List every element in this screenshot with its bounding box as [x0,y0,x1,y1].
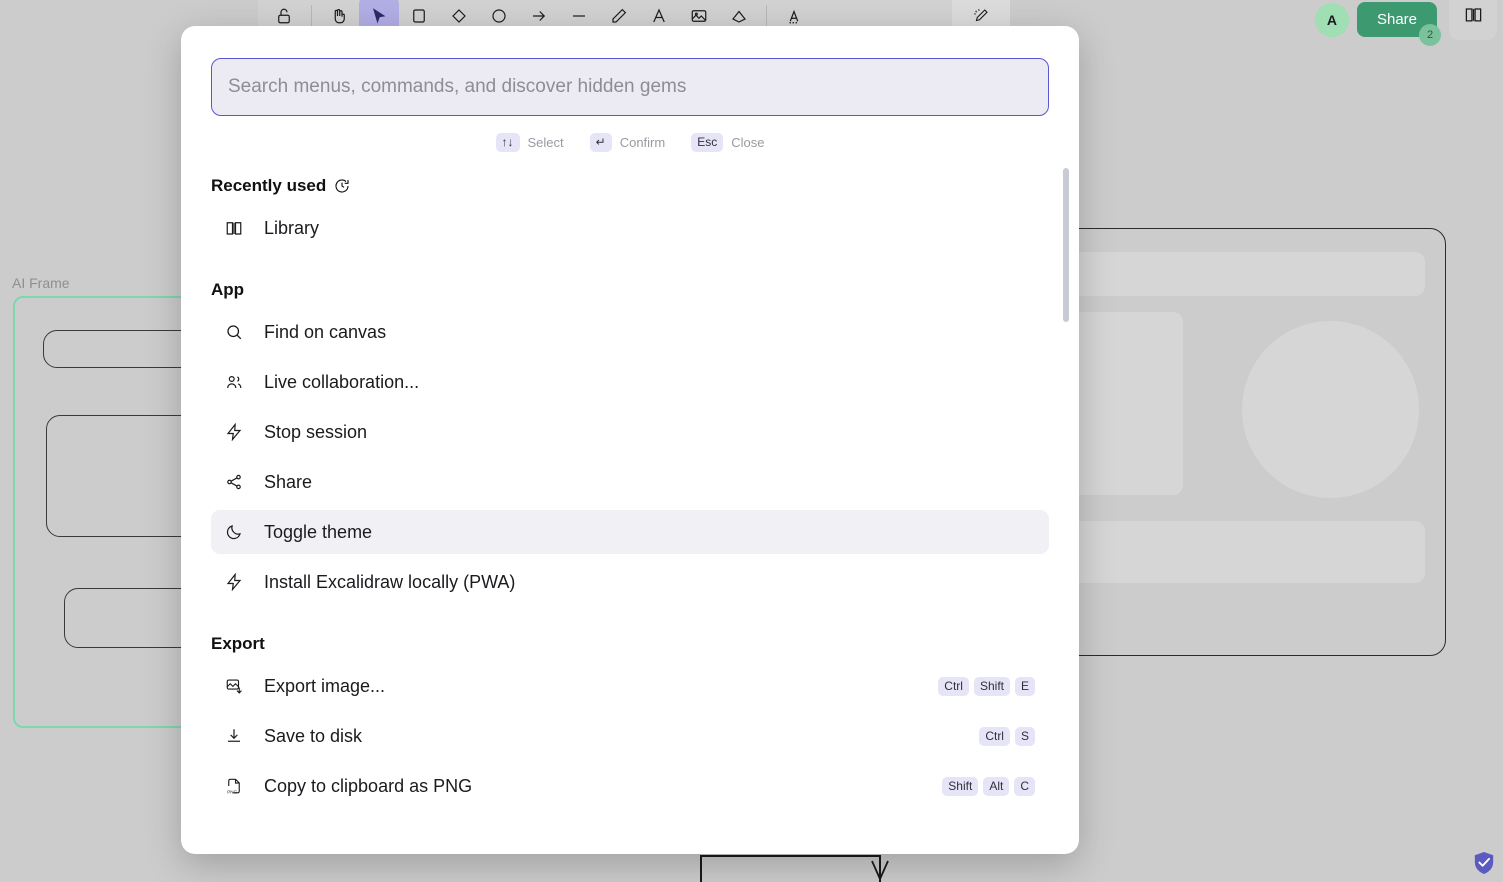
kbd-enter: ↵ [590,133,612,152]
share-nodes-icon [225,473,243,491]
hint-confirm-label: Confirm [620,135,666,150]
kbd-key: Ctrl [979,727,1010,746]
bolt-icon [225,423,243,441]
results-scrollbar-thumb[interactable] [1063,168,1069,322]
kbd-key: C [1014,777,1035,796]
command-item-shortcut: Ctrl S [979,727,1035,746]
group-header-app: App [211,272,1049,304]
group-header-export: Export [211,626,1049,658]
command-item-label: Toggle theme [264,522,372,543]
command-item[interactable]: Install Excalidraw locally (PWA) [211,560,1049,604]
command-item[interactable]: Export image... Ctrl Shift E [211,664,1049,708]
command-item-label: Share [264,472,312,493]
command-item-shortcut: Shift Alt C [942,777,1035,796]
hint-close: Esc Close [691,133,764,152]
hint-close-label: Close [731,135,764,150]
command-item-label: Export image... [264,676,385,697]
search-area [181,26,1079,116]
excalidraw-app: AI Frame [0,0,1503,882]
png-file-icon: PNG [225,777,243,795]
command-item[interactable]: Live collaboration... [211,360,1049,404]
moon-icon [225,523,243,541]
modal-overlay[interactable]: ↑↓ Select ↵ Confirm Esc Close Recently u… [0,0,1503,882]
command-item-label: Stop session [264,422,367,443]
kbd-key: S [1015,727,1035,746]
command-item[interactable]: Share [211,460,1049,504]
command-item-label: Live collaboration... [264,372,419,393]
command-item-label: Install Excalidraw locally (PWA) [264,572,515,593]
bolt-icon [225,573,243,591]
kbd-arrows: ↑↓ [496,133,520,152]
command-item[interactable]: Toggle theme [211,510,1049,554]
svg-text:PNG: PNG [227,790,237,795]
command-palette-dialog: ↑↓ Select ↵ Confirm Esc Close Recently u… [181,26,1079,854]
command-item[interactable]: Save to disk Ctrl S [211,714,1049,758]
users-icon [225,373,243,391]
keyboard-hints: ↑↓ Select ↵ Confirm Esc Close [181,133,1079,152]
hint-select: ↑↓ Select [496,133,564,152]
group-title: Export [211,634,265,654]
results-scrollbar-track[interactable] [1063,168,1069,854]
search-icon [225,323,243,341]
command-search-input[interactable] [211,58,1049,116]
kbd-esc: Esc [691,133,723,152]
book-icon [225,219,243,237]
kbd-key: Shift [974,677,1010,696]
command-item-label: Save to disk [264,726,362,747]
kbd-key: E [1015,677,1035,696]
kbd-key: Ctrl [938,677,969,696]
command-item-shortcut: Ctrl Shift E [938,677,1035,696]
group-title: Recently used [211,176,326,196]
kbd-key: Shift [942,777,978,796]
export-image-icon [225,677,243,695]
command-item-label: Find on canvas [264,322,386,343]
command-item[interactable]: PNG Copy to clipboard as PNG Shift Alt C [211,764,1049,808]
kbd-key: Alt [983,777,1009,796]
history-clock-icon [334,178,350,194]
command-results-list[interactable]: Recently used Library App Find on canvas Liv… [181,168,1079,854]
group-title: App [211,280,244,300]
command-item-label: Library [264,218,319,239]
command-item-label: Copy to clipboard as PNG [264,776,472,797]
command-item[interactable]: Library [211,206,1049,250]
hint-select-label: Select [528,135,564,150]
save-disk-icon [225,727,243,745]
command-item[interactable]: Stop session [211,410,1049,454]
hint-confirm: ↵ Confirm [590,133,666,152]
group-header-recently-used: Recently used [211,168,1049,200]
command-item[interactable]: Find on canvas [211,310,1049,354]
